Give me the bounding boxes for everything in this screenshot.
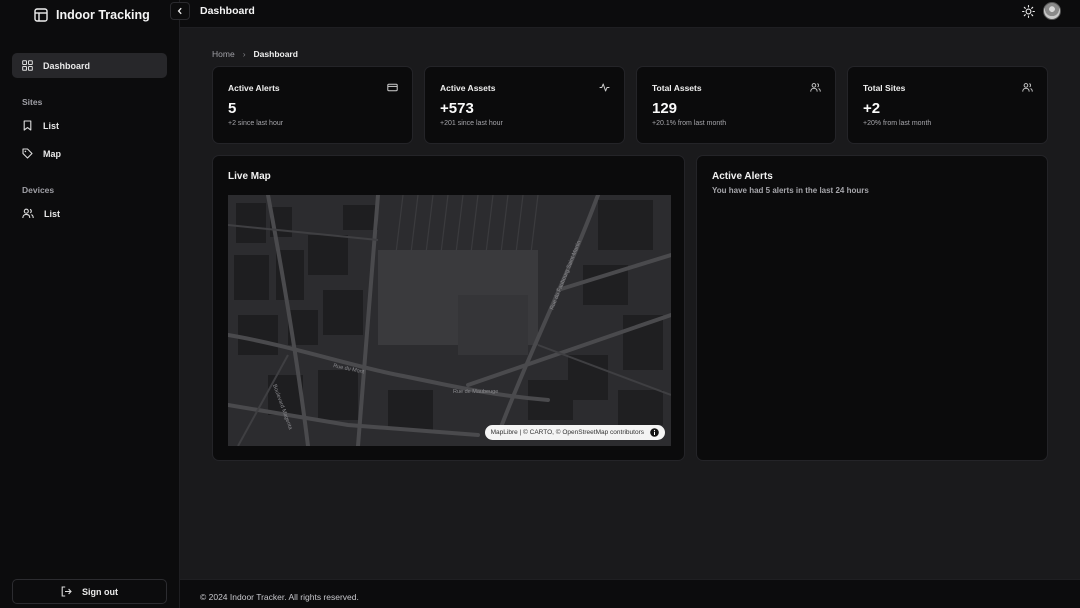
live-map[interactable]: Rue du Mont Rue du Faubourg Saint-Martin…: [228, 195, 671, 446]
chevron-right-icon: ›: [242, 49, 246, 59]
stat-subtext: +20.1% from last month: [652, 120, 727, 127]
topbar: Dashboard: [170, 0, 1080, 28]
stat-title: Active Assets: [440, 83, 496, 93]
live-map-panel: Live Map Rue du Mont Rue du Faubourg Sai…: [212, 155, 685, 461]
users-icon: [22, 208, 34, 219]
footer: © 2024 Indoor Tracker. All rights reserv…: [180, 579, 1080, 608]
live-map-title: Live Map: [228, 171, 271, 182]
stat-subtext: +201 since last hour: [440, 120, 503, 127]
layout-icon: [34, 8, 48, 22]
stat-value: 129: [652, 100, 678, 117]
log-out-icon: [61, 586, 72, 597]
stat-title: Total Sites: [863, 83, 906, 93]
info-icon: [650, 428, 659, 437]
bookmark-icon: [23, 120, 32, 131]
sidebar-item-dashboard[interactable]: Dashboard: [12, 53, 167, 78]
section-sites: Sites: [22, 97, 43, 107]
stat-card-active-assets: Active Assets +573 +201 since last hour: [424, 66, 625, 144]
users-icon: [1022, 83, 1033, 92]
breadcrumb: Home › Dashboard: [212, 49, 298, 59]
collapse-sidebar-button[interactable]: [170, 2, 190, 20]
credit-card-icon: [387, 83, 398, 92]
page-title: Dashboard: [200, 5, 255, 17]
sidebar-item-devices-list[interactable]: List: [12, 201, 167, 226]
stat-title: Active Alerts: [228, 83, 280, 93]
stat-subtext: +2 since last hour: [228, 120, 284, 127]
chevron-left-icon: [177, 7, 182, 15]
sun-icon: [1021, 4, 1035, 18]
sidebar-item-label: List: [44, 208, 61, 219]
stat-value: 5: [228, 100, 237, 117]
breadcrumb-current: Dashboard: [253, 49, 298, 59]
app-title: Indoor Tracking: [56, 8, 150, 22]
activity-icon: [599, 83, 610, 92]
active-alerts-description: You have had 5 alerts in the last 24 hou…: [712, 186, 869, 195]
brand[interactable]: Indoor Tracking: [34, 6, 150, 24]
sign-out-button[interactable]: Sign out: [12, 579, 167, 604]
map-canvas: Rue du Mont Rue du Faubourg Saint-Martin…: [228, 195, 671, 446]
stat-subtext: +20% from last month: [863, 120, 932, 127]
map-attribution[interactable]: MapLibre | © CARTO, © OpenStreetMap cont…: [484, 425, 665, 440]
active-alerts-panel: Active Alerts You have had 5 alerts in t…: [696, 155, 1048, 461]
grid-icon: [22, 60, 33, 71]
sign-out-label: Sign out: [82, 586, 118, 597]
stat-card-total-assets: Total Assets 129 +20.1% from last month: [636, 66, 836, 144]
theme-toggle-button[interactable]: [1020, 3, 1036, 19]
section-devices: Devices: [22, 185, 55, 195]
sidebar-item-sites-list[interactable]: List: [12, 113, 167, 138]
street-label: Rue de Maubeuge: [453, 389, 498, 395]
user-avatar[interactable]: [1043, 2, 1061, 20]
stat-value: +2: [863, 100, 881, 117]
stat-card-total-sites: Total Sites +2 +20% from last month: [847, 66, 1048, 144]
sidebar-item-label: List: [43, 120, 60, 131]
stat-title: Total Assets: [652, 83, 702, 93]
sidebar-item-label: Map: [43, 148, 61, 159]
stat-value: +573: [440, 100, 474, 117]
sidebar: Indoor Tracking Dashboard Sites List Map…: [0, 0, 180, 608]
stat-card-active-alerts: Active Alerts 5 +2 since last hour: [212, 66, 413, 144]
attribution-text: MapLibre | © CARTO, © OpenStreetMap cont…: [490, 429, 644, 436]
tag-icon: [22, 148, 33, 159]
breadcrumb-home-link[interactable]: Home: [212, 49, 235, 59]
active-alerts-title: Active Alerts: [712, 171, 773, 182]
sidebar-item-label: Dashboard: [43, 60, 91, 71]
copyright-text: © 2024 Indoor Tracker. All rights reserv…: [200, 592, 359, 602]
sidebar-item-sites-map[interactable]: Map: [12, 141, 167, 166]
users-icon: [810, 83, 821, 92]
